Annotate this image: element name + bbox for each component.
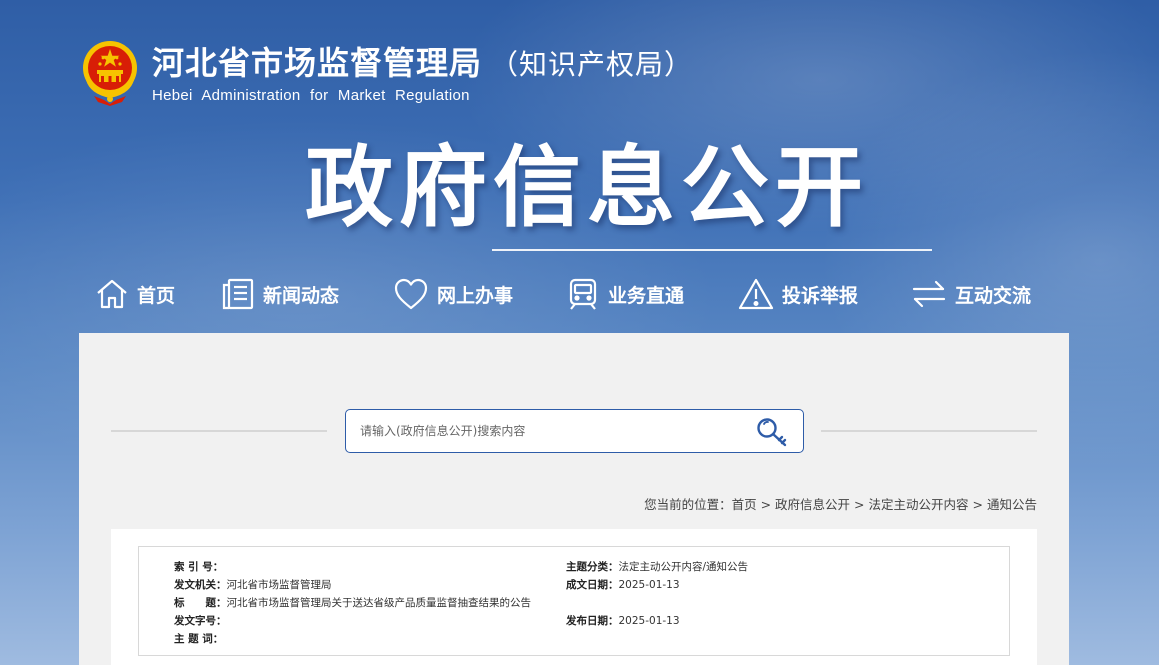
info-title-value: 河北省市场监督管理局关于送达省级产品质量监督抽查结果的公告 (226, 597, 532, 609)
heart-icon (394, 278, 428, 310)
breadcrumb-item-home[interactable]: 首页 (732, 497, 757, 512)
search-divider-left (111, 430, 327, 432)
info-issuer: 发文机关：河北省市场监督管理局 (174, 577, 332, 592)
home-icon (97, 279, 127, 309)
info-index-label: 索 引 号： (174, 561, 224, 573)
document-info-table: 索 引 号： 发文机关：河北省市场监督管理局 标 题：河北省市场监督管理局关于送… (138, 546, 1010, 656)
info-title-label: 标 题： (174, 597, 227, 609)
site-title-english: Hebei Administration for Market Regulati… (152, 86, 470, 104)
info-issuer-value: 河北省市场监督管理局 (226, 579, 332, 591)
national-emblem-icon (80, 40, 140, 106)
info-published-value: 2025-01-13 (618, 615, 680, 627)
warning-icon (738, 278, 774, 310)
info-created-value: 2025-01-13 (618, 579, 680, 591)
search-divider-right (821, 430, 1037, 432)
info-published-label: 发布日期： (566, 615, 619, 627)
info-title: 标 题：河北省市场监督管理局关于送达省级产品质量监督抽查结果的公告 (174, 595, 531, 610)
nav-item-news[interactable]: 新闻动态 (221, 272, 393, 316)
search-icon (757, 418, 787, 447)
breadcrumb-item-statutory[interactable]: 法定主动公开内容 (869, 497, 969, 512)
nav-label: 网上办事 (437, 284, 514, 307)
document-info-section: 索 引 号： 发文机关：河北省市场监督管理局 标 题：河北省市场监督管理局关于送… (111, 529, 1037, 665)
nav-item-home[interactable]: 首页 (95, 272, 221, 316)
nav-item-interaction[interactable]: 互动交流 (911, 272, 1051, 316)
nav-item-online-services[interactable]: 网上办事 (393, 272, 566, 316)
site-title: 河北省市场监督管理局 （知识产权局） (152, 43, 693, 85)
info-issuer-label: 发文机关： (174, 579, 227, 591)
nav-item-business[interactable]: 业务直通 (566, 272, 738, 316)
breadcrumb-separator: > (972, 497, 983, 512)
nav-label: 新闻动态 (263, 284, 340, 307)
nav-item-complaints[interactable]: 投诉举报 (738, 272, 911, 316)
banner-underline (492, 249, 932, 251)
info-category: 主题分类：法定主动公开内容/通知公告 (566, 559, 748, 574)
exchange-icon (912, 280, 946, 308)
info-published-date: 发布日期：2025-01-13 (566, 613, 680, 628)
breadcrumb: 您当前的位置：首页 > 政府信息公开 > 法定主动公开内容 > 通知公告 (644, 494, 1037, 513)
info-keywords: 主 题 词： (174, 631, 223, 646)
breadcrumb-prefix: 您当前的位置： (644, 497, 732, 512)
page-banner-title: 政府信息公开 (305, 136, 870, 239)
train-icon (569, 278, 597, 310)
info-docno: 发文字号： (174, 613, 227, 628)
nav-label: 业务直通 (608, 284, 685, 307)
info-created-label: 成文日期： (566, 579, 619, 591)
nav-label: 互动交流 (955, 284, 1032, 307)
site-header: 河北省市场监督管理局 （知识产权局） Hebei Administration f… (80, 38, 693, 108)
search-box (345, 409, 804, 453)
info-docno-label: 发文字号： (174, 615, 227, 627)
breadcrumb-separator: > (854, 497, 865, 512)
search-input[interactable] (346, 424, 736, 438)
info-created-date: 成文日期：2025-01-13 (566, 577, 680, 592)
main-nav: 首页 新闻动态 网上办事 业务直通 投诉举报 互动交流 (95, 272, 1055, 316)
breadcrumb-item-notices[interactable]: 通知公告 (987, 497, 1037, 512)
search-button[interactable] (755, 416, 789, 448)
breadcrumb-separator: > (760, 497, 772, 512)
info-category-label: 主题分类： (566, 561, 619, 573)
content-panel: 您当前的位置：首页 > 政府信息公开 > 法定主动公开内容 > 通知公告 索 引… (79, 333, 1069, 665)
search-row (111, 409, 1037, 453)
nav-label: 投诉举报 (782, 284, 859, 307)
info-index: 索 引 号： (174, 559, 223, 574)
site-title-sub: （知识产权局） (490, 47, 694, 81)
info-keywords-label: 主 题 词： (174, 633, 224, 645)
site-title-main: 河北省市场监督管理局 (152, 43, 483, 82)
nav-label: 首页 (137, 284, 176, 307)
news-icon (222, 278, 254, 310)
breadcrumb-item-gov-info[interactable]: 政府信息公开 (775, 497, 850, 512)
info-category-value: 法定主动公开内容/通知公告 (618, 561, 749, 573)
